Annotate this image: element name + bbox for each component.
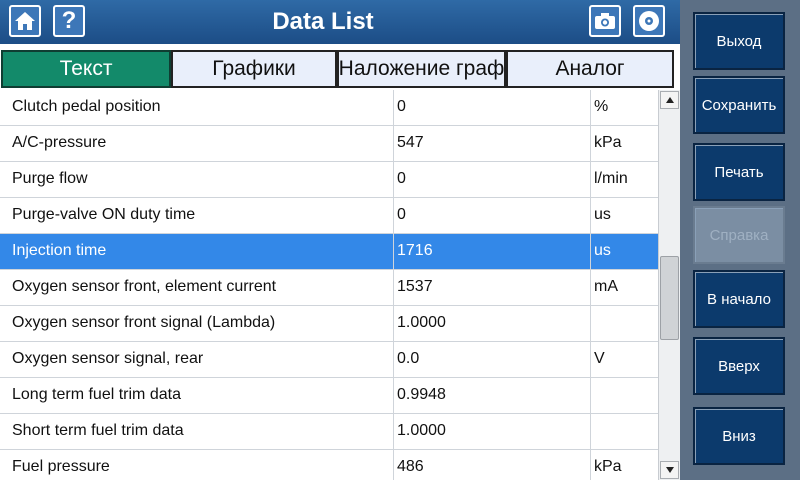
data-table: Clutch pedal position 0 % A/C-pressure 5…: [0, 90, 658, 480]
table-row[interactable]: Oxygen sensor front signal (Lambda) 1.00…: [0, 306, 658, 342]
parameter-name: Oxygen sensor signal, rear: [12, 350, 204, 367]
scroll-up-arrow[interactable]: [660, 91, 679, 109]
table-row[interactable]: Fuel pressure 486 kPa: [0, 450, 658, 480]
action-sidebar: Выход Сохранить Печать Справка В начало …: [680, 0, 800, 480]
go-to-start-button[interactable]: В начало: [693, 270, 785, 328]
table-row[interactable]: A/C-pressure 547 kPa: [0, 126, 658, 162]
parameter-name: Fuel pressure: [12, 458, 110, 475]
tab-text[interactable]: Текст: [1, 50, 171, 88]
screenshot-button[interactable]: [589, 5, 621, 37]
parameter-value: 1537: [397, 278, 433, 295]
table-row[interactable]: Long term fuel trim data 0.9948: [0, 378, 658, 414]
parameter-value: 1.0000: [397, 422, 446, 439]
table-scrollbar[interactable]: [658, 90, 680, 480]
table-row-selected[interactable]: Injection time 1716 us: [0, 234, 658, 270]
table-row[interactable]: Purge flow 0 l/min: [0, 162, 658, 198]
parameter-name: Clutch pedal position: [12, 98, 161, 115]
parameter-name: Injection time: [12, 242, 107, 259]
parameter-unit: %: [594, 98, 609, 115]
scroll-down-button[interactable]: Вниз: [693, 407, 785, 465]
save-button[interactable]: Сохранить: [693, 76, 785, 134]
parameter-value: 0.0: [397, 350, 420, 367]
table-row[interactable]: Oxygen sensor front, element current 153…: [0, 270, 658, 306]
disc-icon: [639, 11, 659, 31]
parameter-unit: [594, 414, 656, 450]
parameter-unit: [594, 378, 656, 414]
parameter-name: Purge flow: [12, 170, 88, 187]
parameter-name: Purge-valve ON duty time: [12, 206, 196, 223]
view-tabs: Текст Графики Наложение граф Аналог: [0, 44, 680, 90]
scroll-up-button[interactable]: Вверх: [693, 337, 785, 395]
page-title: Data List: [272, 8, 374, 35]
tab-analog[interactable]: Аналог: [506, 50, 674, 88]
tab-graphs[interactable]: Графики: [171, 50, 337, 88]
parameter-value: 0: [397, 170, 406, 187]
parameter-value: 486: [397, 458, 424, 475]
exit-button[interactable]: Выход: [693, 12, 785, 70]
parameter-unit: V: [594, 350, 605, 367]
parameter-value: 547: [397, 134, 424, 151]
parameter-name: Oxygen sensor front, element current: [12, 278, 277, 295]
parameter-value: 0: [397, 206, 406, 223]
camera-icon: [595, 13, 615, 29]
parameter-value: 0.9948: [397, 386, 446, 403]
parameter-name: Long term fuel trim data: [12, 386, 181, 403]
table-row[interactable]: Oxygen sensor signal, rear 0.0 V: [0, 342, 658, 378]
parameter-unit: kPa: [594, 134, 622, 151]
help-reference-button[interactable]: Справка: [693, 206, 785, 264]
print-button[interactable]: Печать: [693, 143, 785, 201]
parameter-unit: [594, 306, 656, 342]
parameter-name: Oxygen sensor front signal (Lambda): [12, 314, 276, 331]
table-row[interactable]: Purge-valve ON duty time 0 us: [0, 198, 658, 234]
record-button[interactable]: [633, 5, 665, 37]
parameter-unit: us: [594, 206, 611, 223]
tab-overlay-graphs[interactable]: Наложение граф: [337, 50, 506, 88]
column-divider: [590, 90, 591, 480]
table-row[interactable]: Clutch pedal position 0 %: [0, 90, 658, 126]
parameter-name: A/C-pressure: [12, 134, 107, 151]
column-divider: [393, 90, 394, 480]
parameter-value: 1.0000: [397, 314, 446, 331]
parameter-value: 0: [397, 98, 406, 115]
triangle-down-icon: [665, 467, 674, 473]
parameter-unit: l/min: [594, 170, 628, 187]
parameter-value: 1716: [397, 242, 433, 259]
scroll-thumb[interactable]: [660, 256, 679, 340]
parameter-unit: us: [594, 242, 611, 259]
triangle-up-icon: [665, 97, 674, 103]
parameter-name: Short term fuel trim data: [12, 422, 184, 439]
header-bar: ? Data List: [0, 0, 680, 44]
parameter-unit: mA: [594, 278, 618, 295]
parameter-unit: kPa: [594, 458, 622, 475]
scroll-down-arrow[interactable]: [660, 461, 679, 479]
table-row[interactable]: Short term fuel trim data 1.0000: [0, 414, 658, 450]
